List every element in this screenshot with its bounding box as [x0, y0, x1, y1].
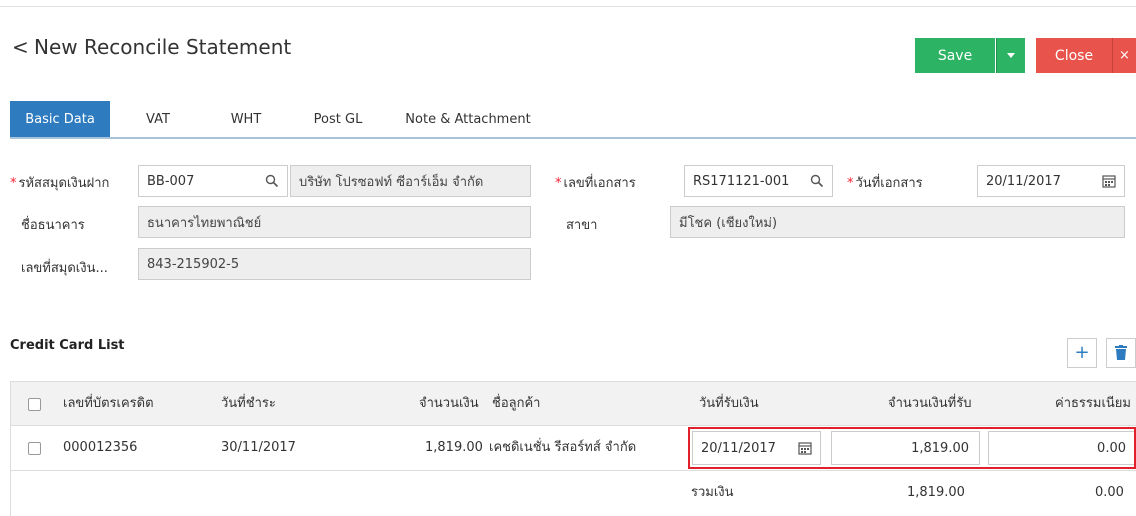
trash-icon [1115, 345, 1127, 360]
fee-value: 0.00 [1097, 440, 1126, 456]
bank-name-field: ธนาคารไทยพาณิชย์ [138, 206, 531, 238]
fee-input[interactable]: 0.00 [988, 431, 1136, 465]
search-icon[interactable] [810, 174, 824, 188]
tab-basic-data[interactable]: Basic Data [10, 101, 110, 137]
branch-field: มีโชค (เชียงใหม่) [670, 206, 1125, 238]
save-options-dropdown[interactable] [996, 38, 1025, 73]
close-button-label: Close [1054, 47, 1094, 64]
save-button[interactable]: Save [915, 38, 995, 73]
col-received-amount: จำนวนเงินที่รับ [888, 396, 972, 411]
customer-cell: เคชดิเนชั่น รีสอร์ทส์ จำกัด [489, 440, 637, 455]
document-no-label-text: เลขที่เอกสาร [563, 176, 636, 191]
received-date-value: 20/11/2017 [701, 440, 776, 456]
select-all-checkbox[interactable] [28, 398, 41, 411]
delete-row-button[interactable] [1106, 338, 1136, 368]
save-button-label: Save [937, 47, 973, 64]
bankbook-code-value: BB-007 [147, 173, 195, 189]
document-no-label: * เลขที่เอกสาร [555, 172, 636, 193]
plus-icon: + [1074, 342, 1090, 363]
tab-label: Post GL [313, 111, 363, 127]
search-icon[interactable] [265, 174, 279, 188]
required-mark: * [555, 176, 562, 191]
required-mark: * [10, 176, 17, 191]
total-received-amount: 1,819.00 [907, 485, 965, 500]
add-row-button[interactable]: + [1067, 338, 1097, 368]
table-footer: รวมเงิน 1,819.00 0.00 [11, 471, 1136, 516]
back-icon[interactable]: < [12, 35, 29, 59]
received-amount-value: 1,819.00 [911, 440, 969, 456]
tab-post-gl[interactable]: Post GL [302, 101, 374, 137]
document-date-input[interactable]: 20/11/2017 [977, 165, 1125, 197]
table-row: 000012356 30/11/2017 1,819.00 เคชดิเนชั่… [11, 426, 1136, 471]
branch-value: มีโชค (เชียงใหม่) [679, 215, 778, 231]
document-no-input[interactable]: RS171121-001 [684, 165, 833, 197]
account-no-label: เลขที่สมุดเงิน... [21, 261, 108, 276]
received-date-input[interactable]: 20/11/2017 [692, 431, 821, 465]
tab-bar: Basic Data VAT WHT Post GL Note & Attach… [10, 101, 1136, 139]
document-date-label-text: วันที่เอกสาร [855, 176, 923, 191]
total-fee: 0.00 [1095, 485, 1124, 500]
top-border [0, 0, 1136, 7]
account-no-value: 843-215902-5 [147, 256, 240, 272]
credit-card-table: เลขที่บัตรเครดิต วันที่ชำระ จำนวนเงิน ชื… [10, 381, 1136, 516]
bank-name-value: ธนาคารไทยพาณิชย์ [147, 215, 262, 231]
due-date-cell: 30/11/2017 [221, 440, 296, 455]
bankbook-code-input[interactable]: BB-007 [138, 165, 288, 197]
amount-cell: 1,819.00 [425, 440, 483, 455]
close-button[interactable]: Close [1036, 38, 1112, 73]
branch-label: สาขา [566, 218, 598, 233]
bankbook-code-label: * รหัสสมุดเงินฝาก [10, 172, 109, 193]
close-x-button[interactable]: × [1112, 38, 1136, 73]
credit-card-list-title: Credit Card List [10, 338, 125, 353]
col-amount: จำนวนเงิน [419, 396, 479, 411]
bankbook-code-label-text: รหัสสมุดเงินฝาก [18, 176, 110, 191]
received-amount-input[interactable]: 1,819.00 [831, 431, 980, 465]
close-icon: × [1119, 48, 1130, 63]
calendar-icon[interactable] [798, 441, 812, 455]
col-customer: ชื่อลูกค้า [492, 396, 541, 411]
account-no-field: 843-215902-5 [138, 248, 531, 280]
tab-vat[interactable]: VAT [130, 101, 186, 137]
tab-label: Note & Attachment [405, 111, 531, 127]
col-fee: ค่าธรรมเนียม [1055, 396, 1131, 411]
page-title: New Reconcile Statement [34, 35, 292, 59]
tab-label: Basic Data [25, 111, 95, 127]
caret-down-icon [1007, 53, 1015, 58]
table-header: เลขที่บัตรเครดิต วันที่ชำระ จำนวนเงิน ชื… [11, 381, 1136, 426]
bank-name-label: ชื่อธนาคาร [21, 218, 85, 233]
col-card-no: เลขที่บัตรเครดิต [63, 396, 154, 411]
document-date-value: 20/11/2017 [986, 173, 1061, 189]
tab-wht[interactable]: WHT [216, 101, 276, 137]
page-header: < New Reconcile Statement Save Close × [0, 8, 1136, 86]
card-no-cell: 000012356 [63, 440, 138, 455]
tab-label: VAT [146, 111, 170, 127]
col-due-date: วันที่ชำระ [221, 396, 276, 411]
calendar-icon[interactable] [1102, 174, 1116, 188]
total-label: รวมเงิน [691, 485, 734, 500]
tab-label: WHT [230, 111, 262, 127]
document-no-value: RS171121-001 [693, 173, 790, 189]
document-date-label: * วันที่เอกสาร [847, 172, 923, 193]
company-name-value: บริษัท โปรซอฟท์ ซีอาร์เอ็ม จำกัด [299, 174, 484, 190]
company-name-field: บริษัท โปรซอฟท์ ซีอาร์เอ็ม จำกัด [290, 165, 531, 197]
tab-note-attachment[interactable]: Note & Attachment [394, 101, 542, 137]
required-mark: * [847, 176, 854, 191]
row-checkbox[interactable] [28, 442, 41, 455]
col-received-date: วันที่รับเงิน [699, 396, 759, 411]
